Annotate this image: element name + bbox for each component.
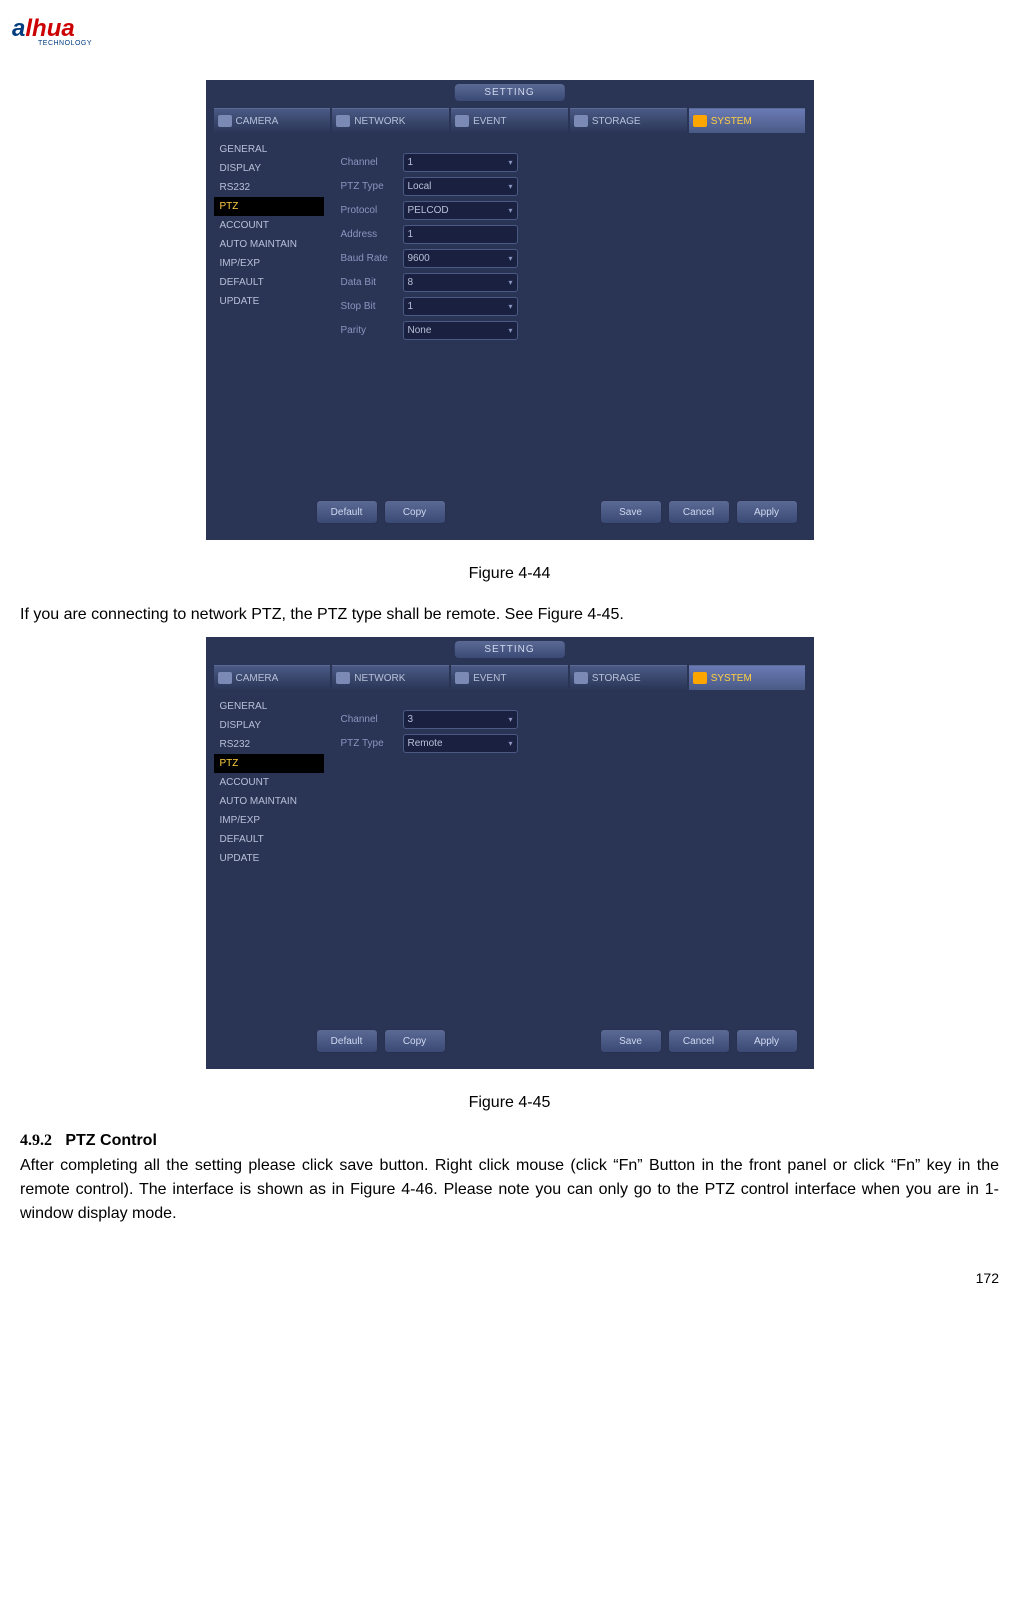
logo-rest: lhua <box>25 15 74 42</box>
sidebar-item-general[interactable]: GENERAL <box>214 697 324 716</box>
sidebar-item-rs232[interactable]: RS232 <box>214 735 324 754</box>
storage-icon <box>574 672 588 684</box>
figure-4-44-caption: Figure 4-44 <box>20 565 999 583</box>
main-tabs: CAMERA NETWORK EVENT STORAGE SYSTEM <box>214 665 806 690</box>
event-icon <box>455 672 469 684</box>
tab-storage[interactable]: STORAGE <box>570 665 687 690</box>
ptz-form: Channel1 PTZ TypeLocal ProtocolPELCOD Ad… <box>341 152 794 344</box>
page-number: 172 <box>976 1270 999 1286</box>
tab-storage[interactable]: STORAGE <box>570 108 687 133</box>
tab-event[interactable]: EVENT <box>451 108 568 133</box>
ptztype-select[interactable]: Local <box>403 177 518 196</box>
sidebar: GENERAL DISPLAY RS232 PTZ ACCOUNT AUTO M… <box>214 140 324 311</box>
tab-system[interactable]: SYSTEM <box>689 665 806 690</box>
sidebar-item-general[interactable]: GENERAL <box>214 140 324 159</box>
storage-icon <box>574 115 588 127</box>
network-icon <box>336 672 350 684</box>
channel-select[interactable]: 1 <box>403 153 518 172</box>
cancel-button[interactable]: Cancel <box>668 1029 730 1053</box>
paragraph-ptz-remote: If you are connecting to network PTZ, th… <box>20 603 999 627</box>
tab-system[interactable]: SYSTEM <box>689 108 806 133</box>
channel-select[interactable]: 3 <box>403 710 518 729</box>
tab-camera[interactable]: CAMERA <box>214 665 331 690</box>
sidebar-item-impexp[interactable]: IMP/EXP <box>214 254 324 273</box>
sidebar-item-ptz[interactable]: PTZ <box>214 197 324 216</box>
brand-logo: alhua <box>12 15 75 43</box>
logo-letter: a <box>12 15 25 42</box>
sidebar-item-account[interactable]: ACCOUNT <box>214 216 324 235</box>
protocol-label: Protocol <box>341 205 403 216</box>
ptz-form: Channel3 PTZ TypeRemote <box>341 709 794 757</box>
sidebar-item-update[interactable]: UPDATE <box>214 849 324 868</box>
tab-camera[interactable]: CAMERA <box>214 108 331 133</box>
ptztype-label: PTZ Type <box>341 181 403 192</box>
section-number: 4.9.2 <box>20 1132 52 1149</box>
sidebar-item-automaintain[interactable]: AUTO MAINTAIN <box>214 235 324 254</box>
sidebar-item-update[interactable]: UPDATE <box>214 292 324 311</box>
event-icon <box>455 115 469 127</box>
apply-button[interactable]: Apply <box>736 500 798 524</box>
system-icon <box>693 672 707 684</box>
protocol-select[interactable]: PELCOD <box>403 201 518 220</box>
tab-event[interactable]: EVENT <box>451 665 568 690</box>
sidebar-item-ptz[interactable]: PTZ <box>214 754 324 773</box>
baudrate-label: Baud Rate <box>341 253 403 264</box>
sidebar-item-account[interactable]: ACCOUNT <box>214 773 324 792</box>
section-heading: 4.9.2 PTZ Control <box>20 1132 999 1150</box>
tab-network[interactable]: NETWORK <box>332 108 449 133</box>
stopbit-label: Stop Bit <box>341 301 403 312</box>
sidebar-item-display[interactable]: DISPLAY <box>214 716 324 735</box>
parity-label: Parity <box>341 325 403 336</box>
system-icon <box>693 115 707 127</box>
sidebar-item-rs232[interactable]: RS232 <box>214 178 324 197</box>
tab-network[interactable]: NETWORK <box>332 665 449 690</box>
databit-label: Data Bit <box>341 277 403 288</box>
address-input[interactable]: 1 <box>403 225 518 244</box>
figure-4-45-caption: Figure 4-45 <box>20 1094 999 1112</box>
button-bar: Default Copy Save Cancel Apply <box>316 500 798 524</box>
figure-4-45-screenshot: SETTING CAMERA NETWORK EVENT STORAGE SYS… <box>206 637 814 1069</box>
address-label: Address <box>341 229 403 240</box>
parity-select[interactable]: None <box>403 321 518 340</box>
button-bar: Default Copy Save Cancel Apply <box>316 1029 798 1053</box>
stopbit-select[interactable]: 1 <box>403 297 518 316</box>
default-button[interactable]: Default <box>316 1029 378 1053</box>
brand-logo-subtitle: TECHNOLOGY <box>38 40 92 47</box>
window-title: SETTING <box>454 84 564 101</box>
baudrate-select[interactable]: 9600 <box>403 249 518 268</box>
save-button[interactable]: Save <box>600 500 662 524</box>
copy-button[interactable]: Copy <box>384 500 446 524</box>
copy-button[interactable]: Copy <box>384 1029 446 1053</box>
camera-icon <box>218 672 232 684</box>
ptztype-label: PTZ Type <box>341 738 403 749</box>
databit-select[interactable]: 8 <box>403 273 518 292</box>
channel-label: Channel <box>341 714 403 725</box>
section-title: PTZ Control <box>65 1132 157 1149</box>
sidebar-item-automaintain[interactable]: AUTO MAINTAIN <box>214 792 324 811</box>
window-title: SETTING <box>454 641 564 658</box>
sidebar: GENERAL DISPLAY RS232 PTZ ACCOUNT AUTO M… <box>214 697 324 868</box>
ptztype-select[interactable]: Remote <box>403 734 518 753</box>
sidebar-item-default[interactable]: DEFAULT <box>214 830 324 849</box>
paragraph-ptz-control: After completing all the setting please … <box>20 1154 999 1226</box>
sidebar-item-impexp[interactable]: IMP/EXP <box>214 811 324 830</box>
sidebar-item-display[interactable]: DISPLAY <box>214 159 324 178</box>
main-tabs: CAMERA NETWORK EVENT STORAGE SYSTEM <box>214 108 806 133</box>
default-button[interactable]: Default <box>316 500 378 524</box>
figure-4-44-screenshot: SETTING CAMERA NETWORK EVENT STORAGE SYS… <box>206 80 814 540</box>
apply-button[interactable]: Apply <box>736 1029 798 1053</box>
cancel-button[interactable]: Cancel <box>668 500 730 524</box>
channel-label: Channel <box>341 157 403 168</box>
sidebar-item-default[interactable]: DEFAULT <box>214 273 324 292</box>
save-button[interactable]: Save <box>600 1029 662 1053</box>
network-icon <box>336 115 350 127</box>
camera-icon <box>218 115 232 127</box>
